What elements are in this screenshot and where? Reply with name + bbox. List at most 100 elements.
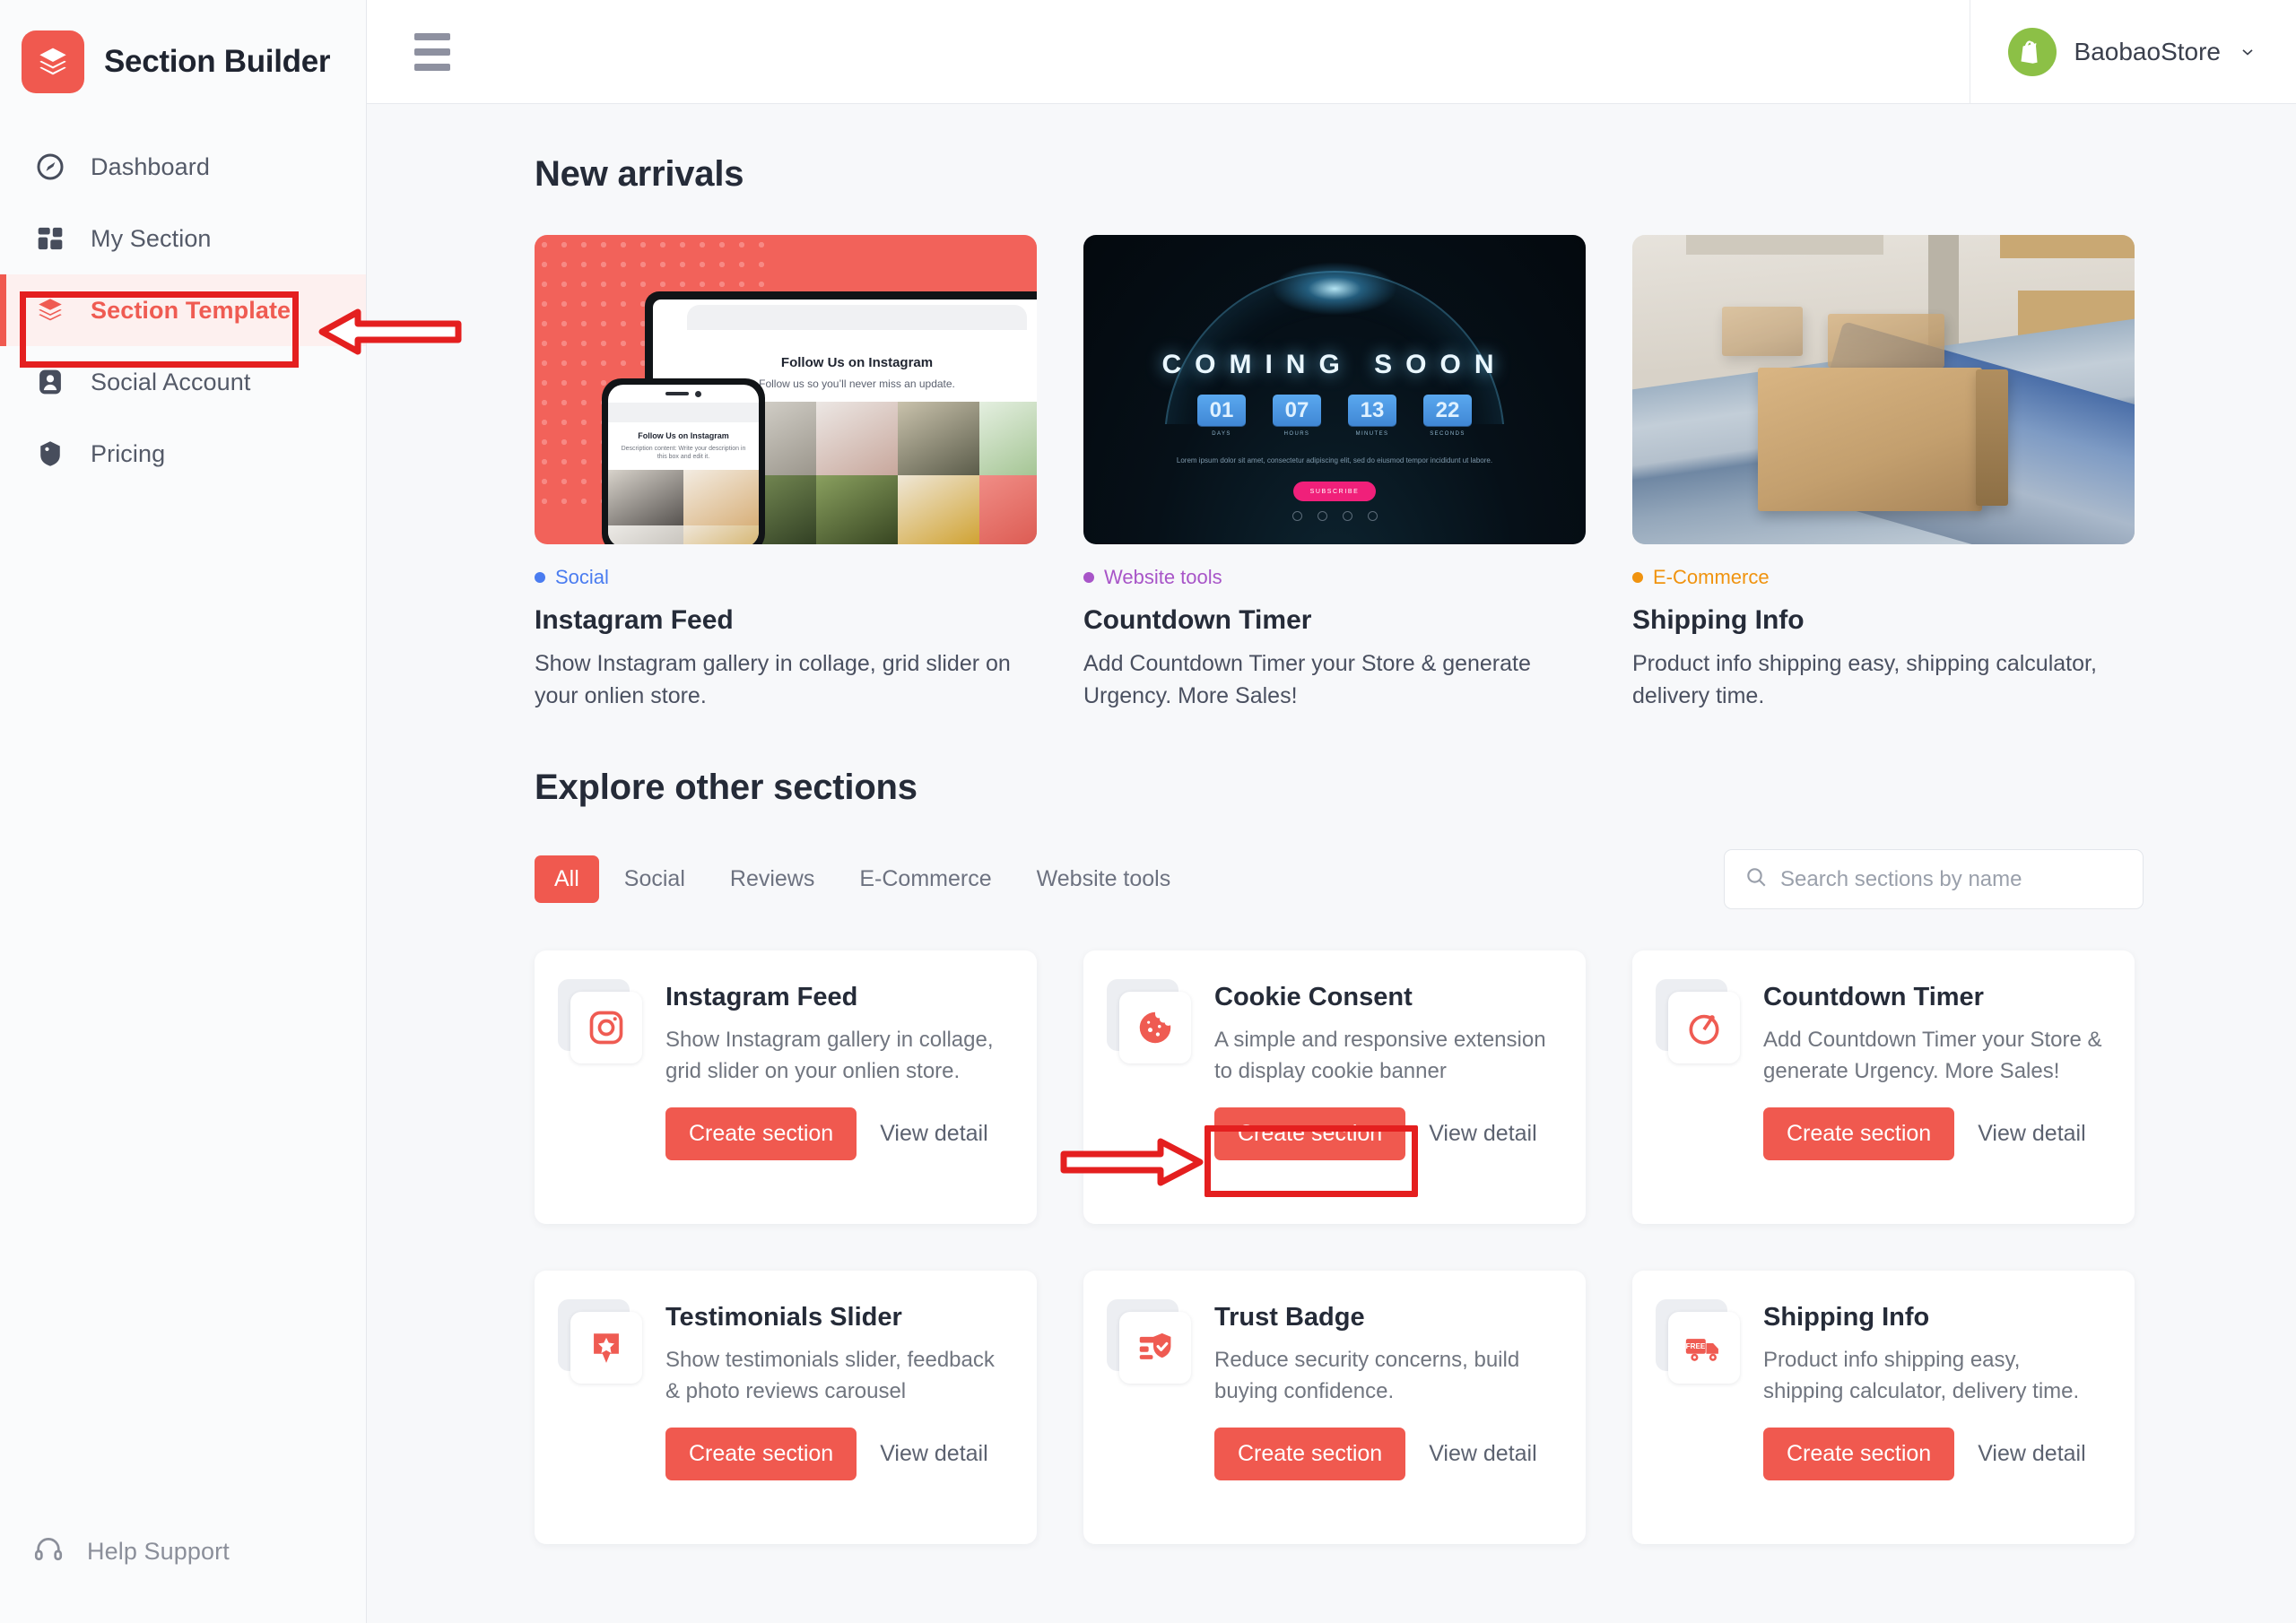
instagram-icon — [570, 992, 642, 1063]
create-section-button[interactable]: Create section — [1214, 1107, 1406, 1160]
card-title: Trust Badge — [1214, 1303, 1365, 1332]
tab-reviews[interactable]: Reviews — [710, 855, 834, 903]
card-icon-wrap — [558, 1299, 642, 1384]
card-actions: Create section View detail — [1214, 1427, 1555, 1480]
tab-website-tools[interactable]: Website tools — [1017, 855, 1191, 903]
card-actions: Create section View detail — [1214, 1107, 1555, 1160]
card-icon-wrap — [1656, 979, 1740, 1063]
sidebar-item-label: Social Account — [91, 368, 251, 395]
card-icon-wrap — [558, 979, 642, 1063]
chevron-down-icon — [2239, 43, 2257, 61]
card-actions: Create section View detail — [1763, 1427, 2104, 1480]
section-card-testimonials-slider[interactable]: Testimonials Slider Show testimonials sl… — [535, 1271, 1037, 1544]
category-text: Social — [555, 566, 609, 588]
sidebar-item-my-section[interactable]: My Section — [0, 203, 366, 274]
section-card-shipping-info[interactable]: FREE Shipping Info Product info shipping… — [1632, 1271, 2135, 1544]
sidebar-nav: Dashboard My Section Section Template So… — [0, 131, 366, 490]
sidebar-item-dashboard[interactable]: Dashboard — [0, 131, 366, 203]
card-description: A simple and responsive extension to dis… — [1214, 1028, 1546, 1083]
warehouse-conveyor-thumb — [1632, 235, 2135, 544]
tab-all[interactable]: All — [535, 855, 599, 903]
card-body: Cookie Consent A simple and responsive e… — [1214, 983, 1555, 1188]
category-dot-icon — [535, 572, 545, 583]
create-section-button[interactable]: Create section — [1214, 1427, 1406, 1480]
tab-ecommerce[interactable]: E-Commerce — [839, 855, 1011, 903]
new-arrival-description: Show Instagram gallery in collage, grid … — [535, 651, 1011, 708]
section-cards-grid: Instagram Feed Show Instagram gallery in… — [535, 950, 2144, 1544]
card-body: Instagram Feed Show Instagram gallery in… — [665, 983, 1006, 1188]
card-description: Reduce security concerns, build buying c… — [1214, 1348, 1520, 1403]
section-card-instagram-feed[interactable]: Instagram Feed Show Instagram gallery in… — [535, 950, 1037, 1224]
sidebar-item-section-template[interactable]: Section Template — [0, 274, 366, 346]
new-arrivals-grid: Follow Us on Instagram Follow us so you’… — [535, 235, 2144, 712]
search-input[interactable] — [1780, 866, 2123, 892]
content-scroll-area: New arrivals Follow Us on Instagram Foll… — [367, 104, 2296, 1623]
hamburger-icon[interactable] — [367, 32, 450, 71]
coming-soon-thumb: COMING SOON 01 DAYS 07 HOURS 13 MINUTES … — [1083, 235, 1586, 544]
create-section-button[interactable]: Create section — [1763, 1427, 1955, 1480]
card-description: Add Countdown Timer your Store & generat… — [1763, 1028, 2102, 1083]
view-detail-link[interactable]: View detail — [1978, 1441, 2085, 1467]
timer-label: DAYS — [1212, 431, 1231, 437]
view-detail-link[interactable]: View detail — [1978, 1121, 2085, 1147]
new-arrival-description: Product info shipping easy, shipping cal… — [1632, 651, 2097, 708]
sidebar-item-pricing[interactable]: Pricing — [0, 418, 366, 490]
tab-social[interactable]: Social — [604, 855, 705, 903]
shopify-bag-icon — [2007, 27, 2057, 76]
account-menu[interactable]: BaobaoStore — [1969, 0, 2296, 104]
section-card-countdown-timer[interactable]: Countdown Timer Add Countdown Timer your… — [1632, 950, 2135, 1224]
sidebar-item-social-account[interactable]: Social Account — [0, 346, 366, 418]
speedometer-icon — [33, 150, 67, 184]
card-icon-wrap — [1107, 979, 1191, 1063]
category-dot-icon — [1632, 572, 1643, 583]
search-box[interactable] — [1724, 849, 2144, 909]
category-tabs: All Social Reviews E-Commerce Website to… — [535, 855, 1190, 903]
section-card-cookie-consent[interactable]: Cookie Consent A simple and responsive e… — [1083, 950, 1586, 1224]
view-detail-link[interactable]: View detail — [880, 1441, 987, 1467]
timer-value: 07 — [1273, 395, 1321, 427]
category-label: Social — [535, 566, 1037, 589]
create-section-button[interactable]: Create section — [1763, 1107, 1955, 1160]
brand: Section Builder — [0, 0, 366, 104]
view-detail-link[interactable]: View detail — [1429, 1441, 1536, 1467]
thumb-title: COMING SOON — [1161, 350, 1508, 379]
search-icon — [1744, 865, 1768, 893]
top-bar: BaobaoStore — [367, 0, 2296, 104]
card-description: Product info shipping easy, shipping cal… — [1763, 1348, 2080, 1403]
new-arrival-description: Add Countdown Timer your Store & generat… — [1083, 651, 1531, 708]
category-text: E-Commerce — [1653, 566, 1770, 588]
new-arrival-card[interactable]: E-Commerce Shipping Info Product info sh… — [1632, 235, 2135, 712]
create-section-button[interactable]: Create section — [665, 1427, 857, 1480]
brand-name: Section Builder — [104, 44, 331, 79]
card-title: Instagram Feed — [665, 983, 858, 1011]
card-title: Cookie Consent — [1214, 983, 1413, 1011]
view-detail-link[interactable]: View detail — [1429, 1121, 1536, 1147]
sidebar-item-label: Section Template — [91, 296, 291, 324]
new-arrival-title: Shipping Info — [1632, 605, 1805, 635]
layers-logo-icon — [22, 30, 84, 93]
price-tag-icon — [33, 437, 67, 471]
account-name: BaobaoStore — [2074, 37, 2221, 65]
cookie-icon — [1119, 992, 1191, 1063]
headset-icon — [33, 1534, 64, 1569]
create-section-button[interactable]: Create section — [665, 1107, 857, 1160]
timer-value: 13 — [1348, 395, 1396, 427]
thumb-paragraph: Lorem ipsum dolor sit amet, consectetur … — [1176, 456, 1493, 464]
card-actions: Create section View detail — [665, 1107, 1006, 1160]
page-title-new-arrivals: New arrivals — [535, 154, 744, 194]
card-icon-wrap: FREE — [1656, 1299, 1740, 1384]
grid-blocks-icon — [33, 221, 67, 256]
card-title: Testimonials Slider — [665, 1303, 902, 1332]
section-card-trust-badge[interactable]: Trust Badge Reduce security concerns, bu… — [1083, 1271, 1586, 1544]
new-arrival-card[interactable]: COMING SOON 01 DAYS 07 HOURS 13 MINUTES … — [1083, 235, 1586, 712]
help-support-button[interactable]: Help Support — [33, 1534, 230, 1569]
timer-label: HOURS — [1283, 431, 1310, 437]
new-arrival-title: Countdown Timer — [1083, 605, 1312, 635]
new-arrival-card[interactable]: Follow Us on Instagram Follow us so you’… — [535, 235, 1037, 712]
app-root: Section Builder Dashboard My Section Sec… — [0, 0, 2296, 1623]
category-label: E-Commerce — [1632, 566, 2135, 589]
view-detail-link[interactable]: View detail — [880, 1121, 987, 1147]
timer-value: 22 — [1423, 395, 1472, 427]
category-text: Website tools — [1104, 566, 1222, 588]
help-support-label: Help Support — [87, 1538, 230, 1565]
